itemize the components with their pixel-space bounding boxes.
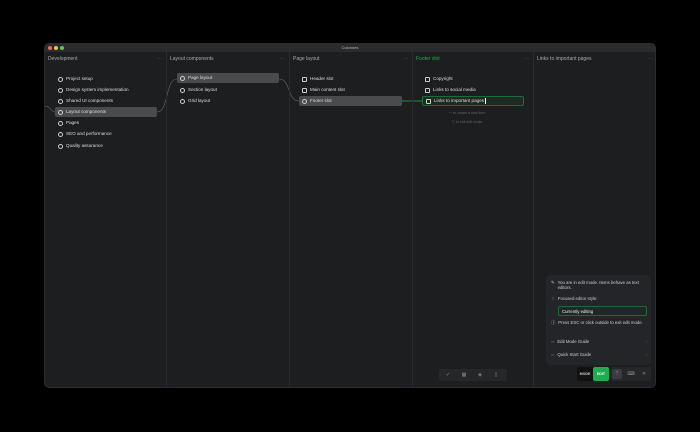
checkbox[interactable] [425,87,430,93]
item-label: Copyright [433,76,453,81]
circle-icon[interactable] [58,120,63,126]
guide-label: Edit Mode Guide [557,339,590,344]
info-icon: ⓘ [551,320,556,325]
item-label: Pages [66,120,80,125]
column-title: Footer slot [416,56,440,62]
edit-mode-guide-link[interactable]: ▱ Edit Mode Guide › [551,339,647,345]
checkbox[interactable] [426,98,431,104]
mode-label[interactable]: MODE [577,367,593,381]
mode-toggle[interactable]: MODE EDIT [577,367,609,381]
more-icon[interactable]: ··· [157,52,162,67]
item-label: Shared UI components [66,98,113,103]
list-item[interactable]: Header slot [299,74,402,84]
guide-label: Quick Start Guide [557,352,592,357]
esc-info: ⓘ Press ESC or click outside to exit edit… [551,320,647,326]
more-icon[interactable]: ··· [280,52,285,67]
item-label: Page layout [188,75,213,80]
check-icon[interactable]: ✓ [443,370,453,380]
chevron-right-icon: › [645,352,647,357]
edit-mode-panel: ✎ You are in edit mode. Items behave as t… [546,275,651,365]
list-item[interactable]: Main content slot [299,85,402,95]
item-label: Design system implementation [66,87,129,92]
hint-text: to exit edit mode [455,120,483,124]
list-item[interactable]: SEO and performance [55,129,157,139]
escape-key-icon: ⎋ [452,120,455,124]
item-label: Links to social media [433,87,476,92]
list-item-selected[interactable]: Layout components [55,107,157,117]
help-toolbar: ? ⌨ ✕ [611,367,651,381]
close-icon[interactable]: ✕ [639,369,649,379]
checkbox[interactable] [302,87,307,93]
focused-style-preview[interactable]: Currently editing [558,306,647,316]
brush-icon: ♢ [551,296,555,301]
hint-text: to create a new item [453,111,486,115]
circle-icon[interactable] [58,131,63,137]
list-item[interactable]: Links to social media [422,85,524,95]
item-label: Layout components [66,109,107,114]
circle-icon[interactable] [302,98,307,104]
list-item[interactable]: Copyright [422,74,524,84]
item-actions-toolbar: ✓ ▦ ◈ ▯ [439,369,507,381]
list-item[interactable]: Quality assurance [55,141,157,151]
hint-exit: ⎋ to exit edit mode [452,120,482,124]
edit-mode-button[interactable]: EDIT [593,367,609,381]
list-item[interactable]: Shared UI components [55,96,157,106]
column-title: Links to important pages [537,56,592,62]
circle-icon[interactable] [58,87,63,93]
circle-icon[interactable] [58,143,63,149]
item-label: Footer slot [310,98,332,103]
focused-style: ♢ Focused editor style: [551,296,647,302]
edit-info: ✎ You are in edit mode. Items behave as t… [551,280,647,290]
more-icon[interactable]: ··· [403,52,408,67]
circle-icon[interactable] [58,109,63,115]
help-icon[interactable]: ? [612,369,622,379]
edit-icon: ✎ [551,280,555,285]
list-item[interactable]: Grid layout [177,96,279,106]
book-icon: ▱ [551,339,555,344]
item-label: Grid layout [188,98,211,103]
circle-icon[interactable] [58,76,63,82]
circle-icon[interactable] [58,98,63,104]
list-item-selected[interactable]: Footer slot [299,96,402,106]
list-item[interactable]: Design system implementation [55,85,157,95]
item-edit-input[interactable]: Links to important pages [422,96,524,106]
tag-icon[interactable]: ◈ [475,370,485,380]
enter-key-icon: ↵ [449,111,453,115]
list-item[interactable]: Project setup [55,74,157,84]
trash-icon[interactable]: ▯ [491,370,501,380]
item-label: Main content slot [310,87,345,92]
book-icon: ▱ [551,352,555,357]
list-item[interactable]: Section layout [177,85,279,95]
circle-icon[interactable] [180,75,185,81]
item-label: Quality assurance [66,143,103,148]
circle-icon[interactable] [180,87,185,93]
list-item-selected[interactable]: Page layout [177,73,279,83]
text-cursor [485,98,486,104]
checkbox[interactable] [302,76,307,82]
column-title: Page layout [293,56,320,62]
more-icon[interactable]: ··· [648,52,653,67]
column-title: Development [48,56,78,62]
item-label: Section layout [188,87,217,92]
column-title: Layout components [170,56,214,62]
item-label: SEO and performance [66,131,112,136]
edit-info-text: You are in edit mode. Items behave as te… [557,280,639,290]
calendar-icon[interactable]: ▦ [459,370,469,380]
checkbox[interactable] [425,76,430,82]
more-icon[interactable]: ··· [524,52,529,67]
item-label: Links to important pages [434,98,485,103]
item-label: Header slot [310,76,334,81]
chevron-right-icon: › [645,339,647,344]
keyboard-icon[interactable]: ⌨ [626,369,636,379]
hint-create: ↵ to create a new item [449,111,485,115]
quick-start-guide-link[interactable]: ▱ Quick Start Guide › [551,352,647,358]
esc-info-text: Press ESC or click outside to exit edit … [558,320,643,325]
circle-icon[interactable] [180,98,185,104]
item-label: Project setup [66,76,93,81]
focused-label: Focused editor style: [557,296,598,301]
list-item[interactable]: Pages [55,118,157,128]
